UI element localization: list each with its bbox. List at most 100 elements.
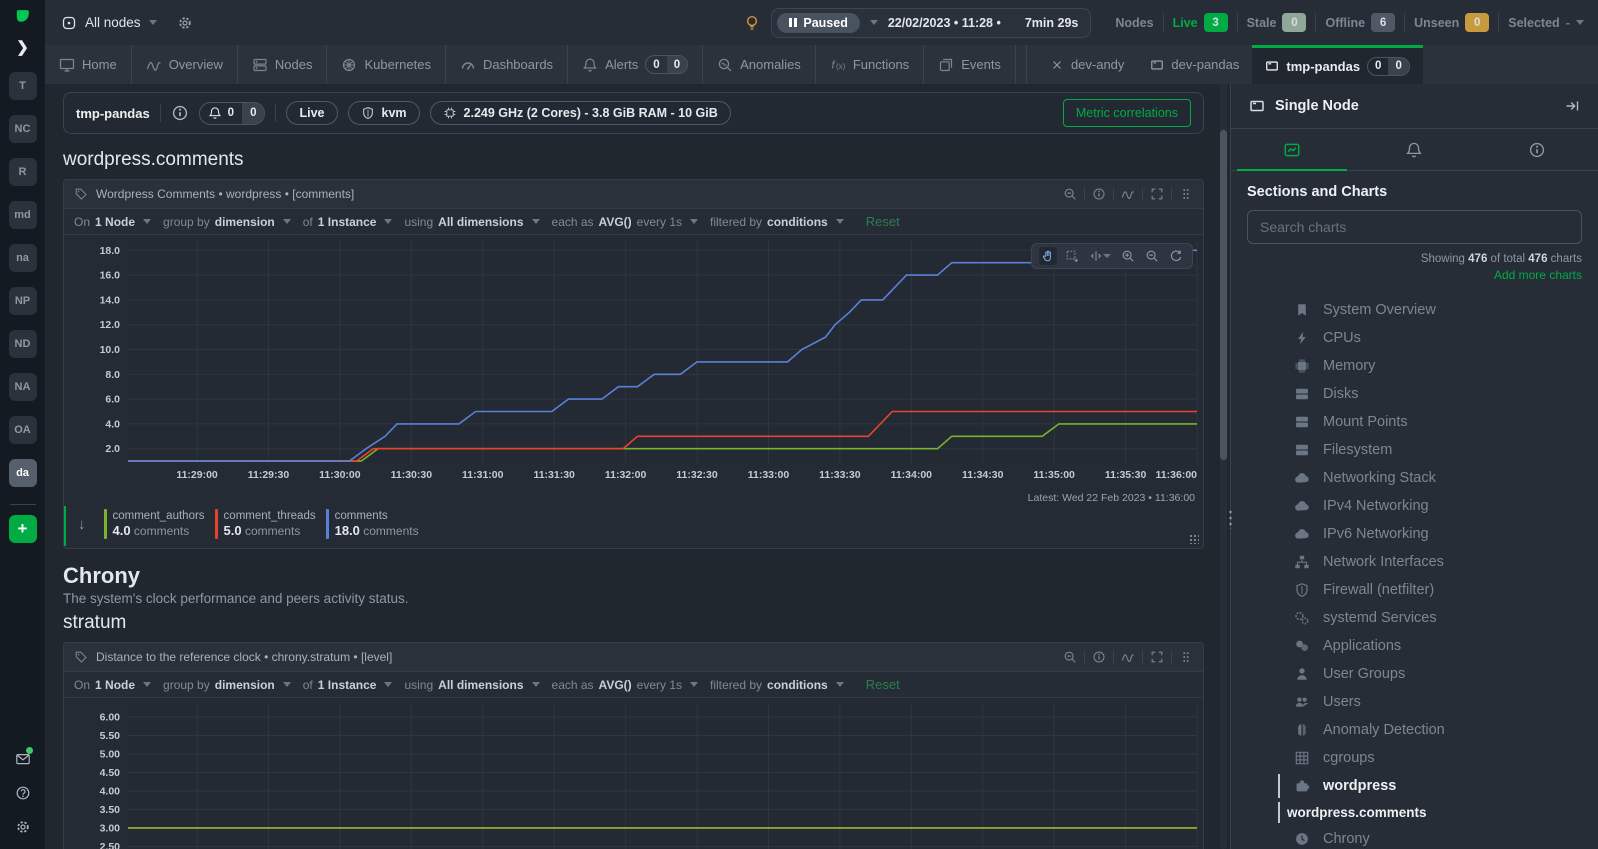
- filter-segment[interactable]: Reset: [866, 214, 900, 229]
- workspace-avatar[interactable]: na: [8, 244, 37, 272]
- inbox-icon[interactable]: [15, 747, 33, 767]
- filter-segment[interactable]: On: [74, 678, 90, 692]
- date-range-label[interactable]: 22/02/2023 • 11:28 •: [888, 16, 1001, 30]
- fullscreen-icon[interactable]: [1150, 187, 1164, 201]
- filter-segment[interactable]: dimension: [215, 678, 275, 692]
- zoom-in-icon[interactable]: [1119, 247, 1137, 265]
- drag-handle-icon[interactable]: [1179, 187, 1193, 201]
- workspace-avatar[interactable]: R: [8, 158, 37, 186]
- sidebar-section-item[interactable]: System Overview: [1247, 296, 1582, 324]
- workspace-avatar[interactable]: OA: [8, 416, 37, 444]
- filter-segment[interactable]: group by: [163, 678, 210, 692]
- filter-segment[interactable]: conditions: [767, 678, 828, 692]
- sidebar-section-item[interactable]: User Groups: [1247, 660, 1582, 688]
- node-status-filter[interactable]: Offline 6: [1325, 13, 1396, 32]
- sidebar-section-item[interactable]: wordpress: [1247, 772, 1582, 800]
- node-status-filter[interactable]: Stale 0: [1247, 13, 1307, 32]
- pan-icon[interactable]: [1039, 247, 1057, 265]
- nav-item[interactable]: Anomalies: [703, 45, 815, 84]
- main-scrollbar-thumb[interactable]: [1220, 130, 1227, 460]
- sidebar-section-item[interactable]: Firewall (netfilter): [1247, 576, 1582, 604]
- nav-item[interactable]: Overview: [132, 45, 237, 84]
- filter-segment[interactable]: AVG(): [599, 678, 632, 692]
- sidebar-resize-handle[interactable]: [1228, 509, 1233, 529]
- workspace-avatar[interactable]: md: [8, 201, 37, 229]
- workspace-avatar[interactable]: NP: [8, 287, 37, 315]
- sidebar-section-item[interactable]: Applications: [1247, 632, 1582, 660]
- time-controls[interactable]: Paused 22/02/2023 • 11:28 • 7min 29s: [771, 7, 1092, 38]
- filter-segment[interactable]: 1 Node: [95, 215, 135, 229]
- filter-segment[interactable]: AVG(): [599, 215, 632, 229]
- tab-alerts[interactable]: [1353, 129, 1475, 170]
- sidebar-section-item[interactable]: Anomaly Detection: [1247, 716, 1582, 744]
- sidebar-section-item[interactable]: Mount Points: [1247, 408, 1582, 436]
- chart-canvas[interactable]: 2.0 4.0 6.0 8.0 10.0 12.0 14.0 16.0 18.0 11:29:00…: [64, 235, 1203, 487]
- tab-charts[interactable]: [1231, 129, 1353, 171]
- metric-correlations-button[interactable]: Metric correlations: [1062, 99, 1191, 127]
- filter-segment[interactable]: All dimensions: [438, 215, 523, 229]
- sidebar-section-item[interactable]: systemd Services: [1247, 604, 1582, 632]
- filter-segment[interactable]: All dimensions: [438, 678, 523, 692]
- nav-item[interactable]: Functions: [816, 45, 923, 84]
- sidebar-section-item[interactable]: Networking Stack: [1247, 464, 1582, 492]
- filter-segment[interactable]: each as: [552, 215, 594, 229]
- nav-item[interactable]: Home: [45, 45, 131, 84]
- search-charts-input[interactable]: [1247, 210, 1582, 244]
- selected-nodes-filter[interactable]: Selected -: [1508, 15, 1584, 30]
- zoom-out-icon[interactable]: [1063, 650, 1077, 664]
- sidebar-section-item[interactable]: Chrony: [1247, 825, 1582, 849]
- reset-zoom-icon[interactable]: [1167, 247, 1185, 265]
- paused-button[interactable]: Paused: [777, 12, 860, 33]
- space-settings-gear-icon[interactable]: [177, 15, 193, 31]
- tab-dev-pandas[interactable]: dev-pandas: [1137, 45, 1252, 84]
- filter-segment[interactable]: filtered by: [710, 215, 762, 229]
- drag-handle-icon[interactable]: [1179, 650, 1193, 664]
- legend-toggle-icon[interactable]: ↓: [78, 516, 86, 533]
- filter-segment[interactable]: every 1s: [637, 678, 682, 692]
- add-more-charts-link[interactable]: Add more charts: [1247, 268, 1582, 282]
- select-zoom-icon[interactable]: [1063, 247, 1081, 265]
- filter-segment[interactable]: dimension: [215, 215, 275, 229]
- nav-item[interactable]: Kubernetes: [327, 45, 445, 84]
- workspace-avatar[interactable]: ND: [8, 330, 37, 358]
- chart-type-icon[interactable]: [1121, 650, 1135, 664]
- workspace-avatar[interactable]: NA: [8, 373, 37, 401]
- zoom-out-icon[interactable]: [1143, 247, 1161, 265]
- chart-type-icon[interactable]: [1121, 187, 1135, 201]
- horizontal-zoom-icon[interactable]: [1087, 247, 1113, 265]
- expand-rail-icon[interactable]: ❯: [16, 38, 29, 56]
- legend-item[interactable]: comments 18.0 comments: [325, 509, 419, 539]
- filter-segment[interactable]: of: [303, 678, 313, 692]
- settings-gear-icon[interactable]: [15, 819, 31, 835]
- node-status-filter[interactable]: Unseen 0: [1414, 13, 1490, 32]
- sidebar-section-item[interactable]: Disks: [1247, 380, 1582, 408]
- sidebar-section-item[interactable]: Filesystem: [1247, 436, 1582, 464]
- node-alerts-pill[interactable]: 0 0: [198, 101, 266, 125]
- filter-segment[interactable]: using: [404, 678, 433, 692]
- fullscreen-icon[interactable]: [1150, 650, 1164, 664]
- filter-segment[interactable]: conditions: [767, 215, 828, 229]
- filter-segment[interactable]: On: [74, 215, 90, 229]
- close-icon[interactable]: [1050, 58, 1064, 72]
- workspace-avatar[interactable]: T: [8, 72, 37, 100]
- filter-segment[interactable]: Reset: [866, 677, 900, 692]
- sidebar-section-item[interactable]: IPv4 Networking: [1247, 492, 1582, 520]
- nav-item[interactable]: Dashboards: [446, 45, 567, 84]
- sidebar-section-item[interactable]: Users: [1247, 688, 1582, 716]
- chart-resize-handle[interactable]: [1189, 534, 1199, 544]
- sidebar-section-item[interactable]: Memory: [1247, 352, 1582, 380]
- chart-canvas[interactable]: 2.002.503.003.504.004.505.005.506.00: [64, 698, 1203, 849]
- node-status-filter[interactable]: Live 3: [1173, 13, 1228, 32]
- filter-segment[interactable]: 1 Instance: [318, 215, 377, 229]
- filter-segment[interactable]: using: [404, 215, 433, 229]
- filter-segment[interactable]: 1 Node: [95, 678, 135, 692]
- workspace-avatar[interactable]: da: [8, 459, 37, 487]
- legend-item[interactable]: comment_authors 4.0 comments: [103, 509, 205, 539]
- filter-segment[interactable]: each as: [552, 678, 594, 692]
- add-workspace-button[interactable]: +: [8, 515, 37, 543]
- chart-info-icon[interactable]: [1092, 650, 1106, 664]
- node-switcher[interactable]: All nodes: [61, 15, 157, 31]
- nav-item[interactable]: Alerts 00: [568, 45, 702, 84]
- sidebar-section-item[interactable]: wordpress.comments: [1247, 800, 1582, 825]
- nav-item[interactable]: Events: [924, 45, 1015, 84]
